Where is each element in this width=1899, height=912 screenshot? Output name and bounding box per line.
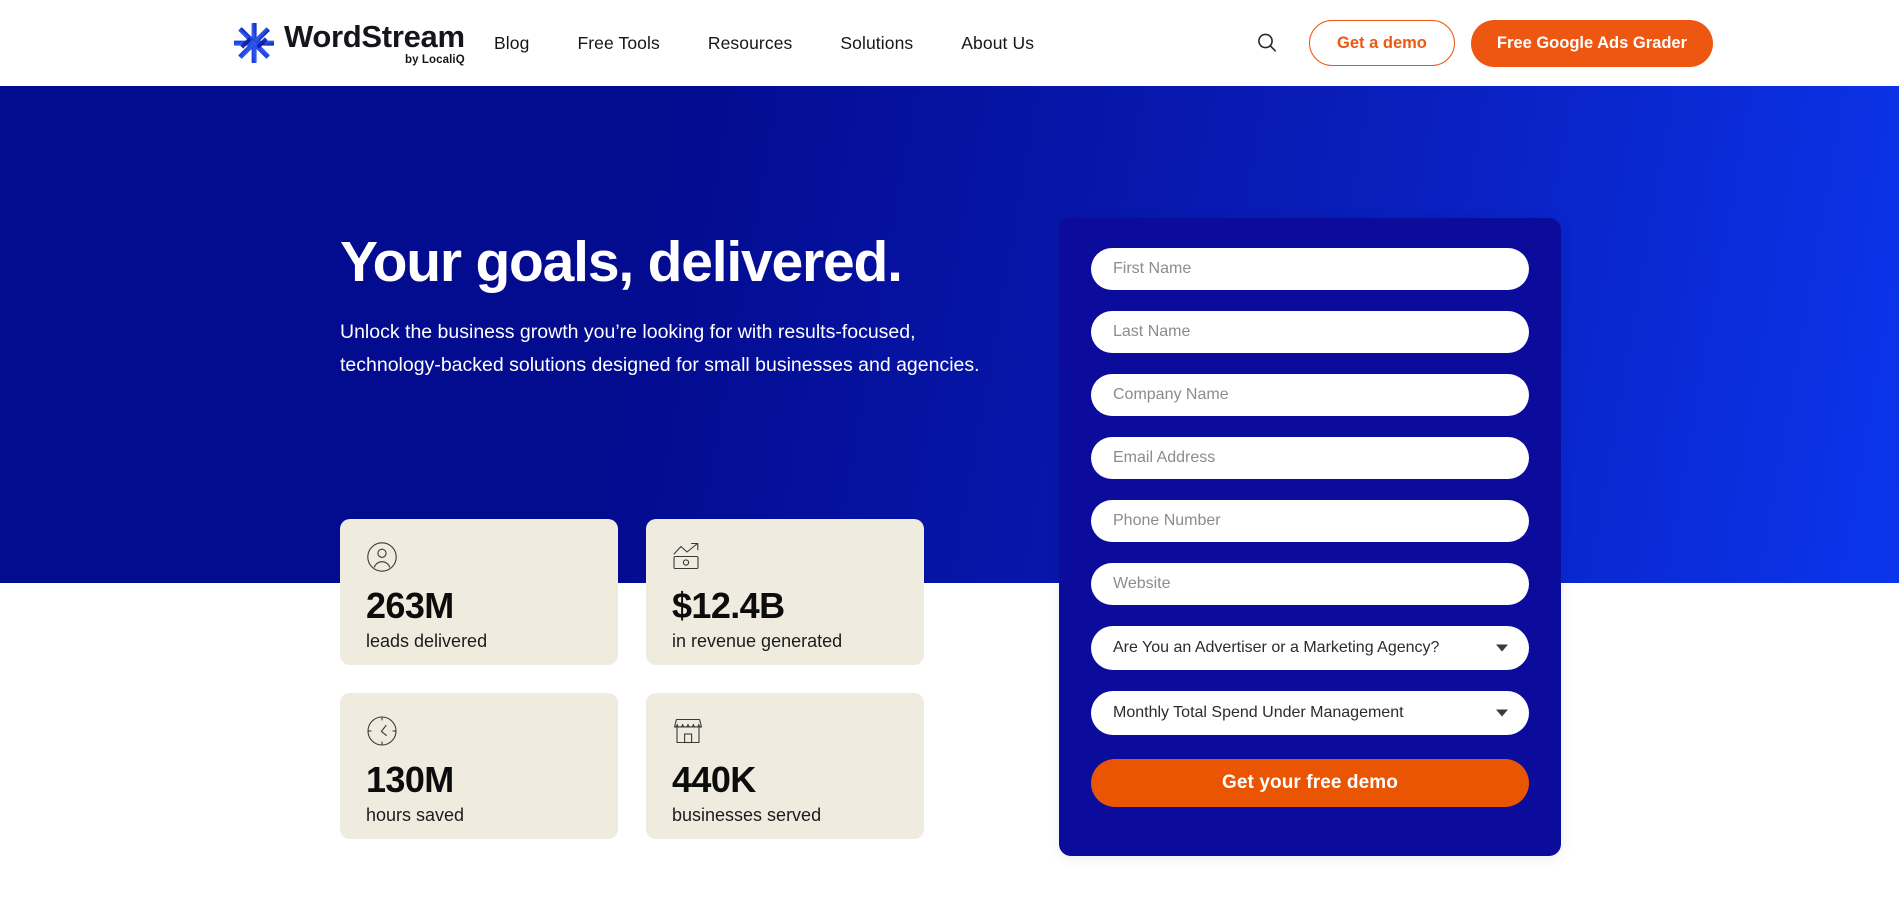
last-name-placeholder: Last Name	[1113, 323, 1191, 340]
main-nav: Blog Free Tools Resources Solutions Abou…	[470, 0, 1058, 86]
get-your-free-demo-button[interactable]: Get your free demo	[1091, 759, 1529, 807]
phone-number-field[interactable]: Phone Number	[1091, 500, 1529, 542]
money-trend-icon	[672, 541, 898, 577]
nav-item-resources[interactable]: Resources	[684, 23, 817, 64]
get-a-demo-button[interactable]: Get a demo	[1309, 20, 1455, 66]
header-actions: Get a demo Free Google Ads Grader	[1247, 0, 1713, 86]
logo-text: WordStream by LocaliQ	[284, 20, 465, 66]
stat-value: 130M	[366, 759, 454, 800]
stat-value: $12.4B	[672, 585, 785, 626]
logo-wordmark: WordStream	[284, 19, 465, 54]
company-name-field[interactable]: Company Name	[1091, 374, 1529, 416]
company-name-placeholder: Company Name	[1113, 386, 1229, 403]
page-title: Your goals, delivered.	[340, 230, 903, 294]
stat-card-revenue-generated: $12.4B in revenue generated	[646, 519, 924, 665]
advertiser-or-agency-select[interactable]: Are You an Advertiser or a Marketing Age…	[1091, 626, 1529, 670]
stat-card-hours-saved: 130M hours saved	[340, 693, 618, 839]
stat-label: leads delivered	[366, 631, 488, 651]
stat-value: 263M	[366, 585, 454, 626]
free-google-ads-grader-button[interactable]: Free Google Ads Grader	[1470, 19, 1713, 67]
phone-number-placeholder: Phone Number	[1113, 512, 1221, 529]
stat-value: 440K	[672, 759, 756, 800]
website-field[interactable]: Website	[1091, 563, 1529, 605]
site-header: WordStream by LocaliQ Blog Free Tools Re…	[0, 0, 1899, 86]
user-circle-icon	[366, 541, 592, 577]
nav-item-about-us[interactable]: About Us	[937, 23, 1058, 64]
wordstream-asterisk-logo-icon	[232, 20, 284, 65]
monthly-spend-value: Monthly Total Spend Under Management	[1113, 704, 1404, 721]
monthly-spend-select[interactable]: Monthly Total Spend Under Management	[1091, 691, 1529, 735]
nav-item-free-tools[interactable]: Free Tools	[553, 23, 683, 64]
stats-grid: 263M leads delivered $12.4B in revenue g…	[340, 519, 924, 839]
hero-subtitle: Unlock the business growth you’re lookin…	[340, 321, 980, 376]
first-name-placeholder: First Name	[1113, 260, 1192, 277]
logo[interactable]: WordStream by LocaliQ	[232, 20, 465, 66]
stat-label: businesses served	[672, 805, 822, 825]
advertiser-or-agency-value: Are You an Advertiser or a Marketing Age…	[1113, 639, 1440, 656]
website-placeholder: Website	[1113, 575, 1171, 592]
email-address-field[interactable]: Email Address	[1091, 437, 1529, 479]
clock-icon	[366, 715, 592, 751]
stat-card-businesses-served: 440K businesses served	[646, 693, 924, 839]
chevron-down-icon	[1496, 709, 1508, 717]
storefront-icon	[672, 715, 898, 751]
nav-item-solutions[interactable]: Solutions	[816, 23, 937, 64]
stat-card-leads-delivered: 263M leads delivered	[340, 519, 618, 665]
demo-request-form: First Name Last Name Company Name Email …	[1059, 218, 1561, 856]
stat-label: hours saved	[366, 805, 465, 825]
first-name-field[interactable]: First Name	[1091, 248, 1529, 290]
hero-copy: Your goals, delivered. Unlock the busine…	[340, 230, 1020, 382]
nav-item-blog[interactable]: Blog	[470, 23, 553, 64]
chevron-down-icon	[1496, 644, 1508, 652]
email-address-placeholder: Email Address	[1113, 449, 1216, 466]
search-icon[interactable]	[1247, 23, 1287, 63]
last-name-field[interactable]: Last Name	[1091, 311, 1529, 353]
logo-byline: by LocaliQ	[404, 54, 465, 66]
stat-label: in revenue generated	[672, 631, 843, 651]
